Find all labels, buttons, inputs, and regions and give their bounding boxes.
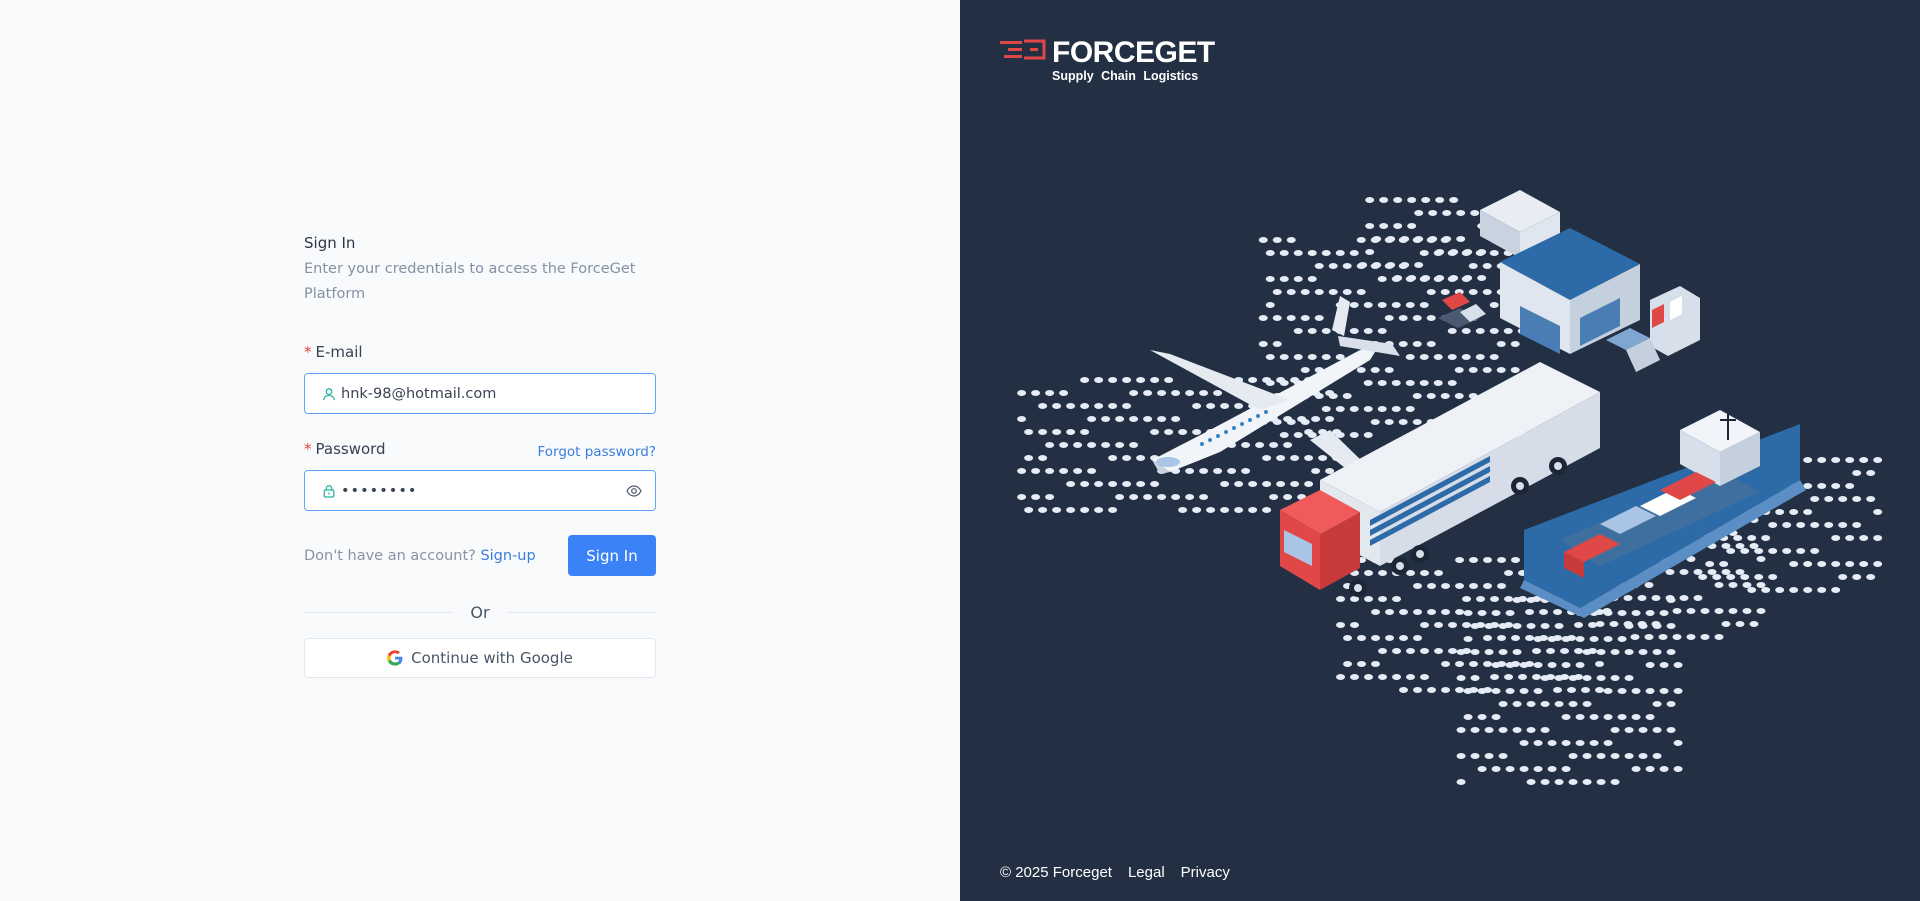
forgot-password-link[interactable]: Forgot password?	[537, 441, 656, 463]
page-title: Sign In	[304, 234, 356, 252]
sign-in-form: Sign In Enter your credentials to access…	[304, 232, 657, 678]
sign-in-button[interactable]: Sign In	[568, 535, 656, 576]
email-label-text: E-mail	[315, 343, 363, 361]
login-panel: Sign In Enter your credentials to access…	[0, 0, 960, 901]
lock-icon	[321, 483, 336, 498]
legal-link[interactable]: Legal	[1128, 864, 1165, 881]
password-label-row: * Password Forgot password?	[304, 438, 656, 460]
required-mark: *	[304, 440, 312, 458]
copyright: © 2025 Forceget	[1000, 864, 1112, 881]
divider-line	[304, 611, 453, 613]
no-account-text: Don't have an account?	[304, 547, 476, 564]
eye-icon[interactable]	[625, 482, 643, 500]
divider-line	[507, 611, 657, 613]
password-label: * Password	[304, 438, 386, 460]
required-mark: *	[304, 343, 312, 361]
logistics-illustration	[1017, 190, 1883, 785]
google-icon	[387, 650, 403, 666]
signup-link[interactable]: Sign-up	[480, 548, 535, 564]
google-sign-in-button[interactable]: Continue with Google	[304, 638, 656, 678]
password-label-text: Password	[315, 440, 386, 458]
user-icon	[321, 386, 336, 401]
branding-panel: FORCEGET Supply Chain Logistics © 2025 F…	[960, 0, 1920, 901]
divider-text: Or	[470, 602, 490, 622]
forklift-illustration	[1438, 292, 1486, 328]
page-subtitle: Enter your credentials to access the For…	[304, 261, 636, 302]
password-input[interactable]	[341, 482, 625, 499]
password-field[interactable]	[304, 470, 656, 511]
email-input[interactable]	[341, 385, 643, 402]
privacy-link[interactable]: Privacy	[1181, 864, 1230, 881]
or-divider: Or	[304, 600, 657, 624]
footer: © 2025 Forceget Legal Privacy	[1000, 864, 1230, 881]
form-actions: Don't have an account? Sign-up Sign In	[304, 535, 656, 576]
signup-prompt: Don't have an account? Sign-up	[304, 548, 536, 564]
email-field[interactable]	[304, 373, 656, 414]
google-button-label: Continue with Google	[411, 649, 573, 667]
email-label: * E-mail	[304, 341, 656, 363]
